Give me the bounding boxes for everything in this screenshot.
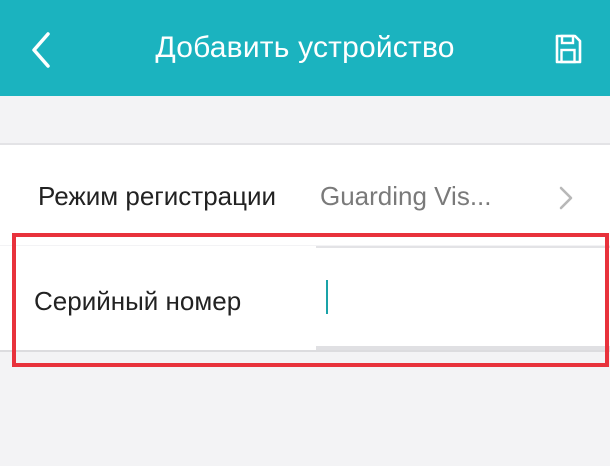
row-divider [0, 350, 610, 352]
chevron-right-icon [559, 186, 573, 210]
registration-mode-row[interactable]: Режим регистрации Guarding Vis... [0, 145, 610, 245]
page-title: Добавить устройство [155, 31, 455, 64]
registration-mode-label: Режим регистрации [38, 181, 277, 211]
text-caret [326, 280, 328, 314]
save-button[interactable] [540, 22, 596, 76]
save-icon [555, 34, 582, 64]
registration-mode-value: Guarding Vis... [320, 181, 492, 211]
serial-number-label: Серийный номер [34, 286, 242, 316]
top-bar: Добавить устройство [0, 0, 610, 96]
serial-number-row: Серийный номер [0, 246, 610, 350]
serial-number-input[interactable] [316, 246, 610, 350]
